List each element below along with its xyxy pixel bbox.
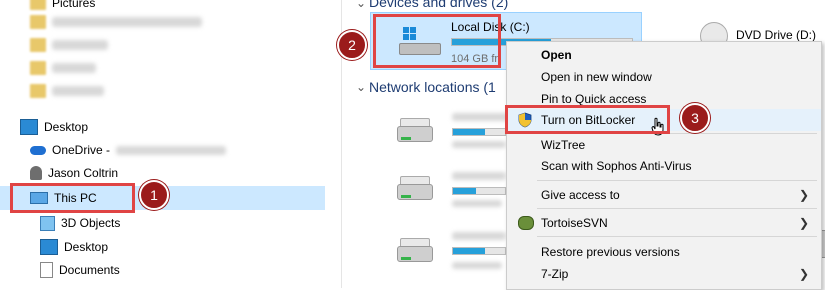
step-badge-1: 1 <box>139 180 169 210</box>
menu-item-label: WizTree <box>541 138 586 152</box>
folder-icon <box>30 84 46 98</box>
blurred-label <box>52 17 202 27</box>
context-menu: Open Open in new window Pin to Quick acc… <box>506 41 822 290</box>
menu-item-wiztree[interactable]: WizTree <box>507 134 821 156</box>
nav-item-user[interactable]: Jason Coltrin <box>30 162 118 184</box>
folder-icon <box>30 38 46 52</box>
nav-item-3d-objects[interactable]: 3D Objects <box>40 212 120 234</box>
nav-item-label: Pictures <box>52 0 96 10</box>
devices-section-title[interactable]: Devices and drives (2) <box>369 0 508 10</box>
cube-icon <box>40 215 55 231</box>
menu-item-label: TortoiseSVN <box>541 216 608 230</box>
blurred-label <box>452 113 512 121</box>
nav-item-blurred-4[interactable] <box>30 80 104 102</box>
nav-item-blurred-3[interactable] <box>30 57 96 79</box>
step-badge-2: 2 <box>337 30 367 60</box>
tortoise-icon <box>518 216 534 230</box>
network-usage-bar <box>452 128 506 136</box>
network-drive-icon[interactable] <box>397 176 433 202</box>
blurred-label <box>452 232 506 240</box>
folder-icon <box>30 0 46 10</box>
folder-icon <box>30 61 46 75</box>
highlight-local-disk <box>373 14 501 68</box>
chevron-down-icon[interactable]: ⌄ <box>356 0 366 10</box>
network-drive-icon[interactable] <box>397 118 433 144</box>
menu-item-give-access[interactable]: Give access to ❯ <box>507 184 821 206</box>
menu-item-label: 7-Zip <box>541 267 569 281</box>
blurred-label <box>452 141 506 148</box>
step-badge-3: 3 <box>680 103 710 133</box>
nav-item-blurred-2[interactable] <box>30 34 108 56</box>
menu-separator <box>537 236 817 237</box>
nav-item-label: OneDrive - <box>52 143 111 157</box>
menu-item-sophos-scan[interactable]: Scan with Sophos Anti-Virus <box>507 155 821 177</box>
nav-item-label: Desktop <box>64 240 109 254</box>
dvd-drive-name[interactable]: DVD Drive (D:) <box>736 28 816 42</box>
blurred-label <box>52 40 108 50</box>
onedrive-cloud-icon <box>30 145 46 155</box>
nav-item-desktop[interactable]: Desktop <box>20 116 88 138</box>
menu-item-label: Give access to <box>541 188 620 202</box>
navigation-pane: Pictures Desktop OneDrive - Jason Coltri… <box>0 0 341 288</box>
blurred-label <box>52 63 96 73</box>
menu-item-open[interactable]: Open <box>507 44 821 66</box>
highlight-this-pc <box>10 183 135 213</box>
usage-fill <box>453 129 486 135</box>
menu-item-label: Scan with Sophos Anti-Virus <box>541 159 692 173</box>
desktop-icon <box>20 119 38 135</box>
menu-item-label: Pin to Quick access <box>541 92 647 106</box>
highlight-bitlocker <box>505 105 670 134</box>
chevron-right-icon: ❯ <box>798 188 809 202</box>
menu-item-restore-versions[interactable]: Restore previous versions <box>507 241 821 263</box>
chevron-down-icon[interactable]: ⌄ <box>356 80 366 94</box>
usage-fill <box>453 248 486 254</box>
nav-item-desktop-sub[interactable]: Desktop <box>40 236 108 258</box>
nav-item-label: Jason Coltrin <box>48 166 119 180</box>
usage-fill <box>453 188 477 194</box>
desktop-icon <box>40 239 58 255</box>
nav-item-label: 3D Objects <box>61 216 121 230</box>
chevron-right-icon: ❯ <box>798 267 809 281</box>
menu-separator <box>537 180 817 181</box>
nav-item-label: Desktop <box>44 120 89 134</box>
document-icon <box>40 262 53 278</box>
menu-item-7zip[interactable]: 7-Zip ❯ <box>507 263 821 285</box>
network-usage-bar <box>452 247 506 255</box>
menu-item-label: Restore previous versions <box>541 245 680 259</box>
nav-item-onedrive[interactable]: OneDrive - <box>30 139 227 161</box>
nav-item-label: Documents <box>59 263 120 277</box>
blurred-label <box>452 172 506 180</box>
network-usage-bar <box>452 187 506 195</box>
blurred-label <box>52 86 104 96</box>
folder-icon <box>30 15 46 29</box>
blurred-label <box>452 262 502 269</box>
user-icon <box>30 166 42 180</box>
network-drive-icon[interactable] <box>397 238 433 264</box>
menu-item-open-new-window[interactable]: Open in new window <box>507 66 821 88</box>
menu-item-tortoisesvn[interactable]: TortoiseSVN ❯ <box>507 212 821 234</box>
network-section-title[interactable]: Network locations (1 <box>369 79 496 95</box>
blurred-label <box>452 200 502 207</box>
menu-item-label: Open <box>541 48 572 62</box>
nav-item-documents[interactable]: Documents <box>40 259 120 281</box>
menu-separator <box>537 208 817 209</box>
menu-item-label: Open in new window <box>541 70 652 84</box>
blurred-label <box>116 145 227 155</box>
nav-item-blurred-1[interactable] <box>30 11 202 33</box>
chevron-right-icon: ❯ <box>798 216 809 230</box>
